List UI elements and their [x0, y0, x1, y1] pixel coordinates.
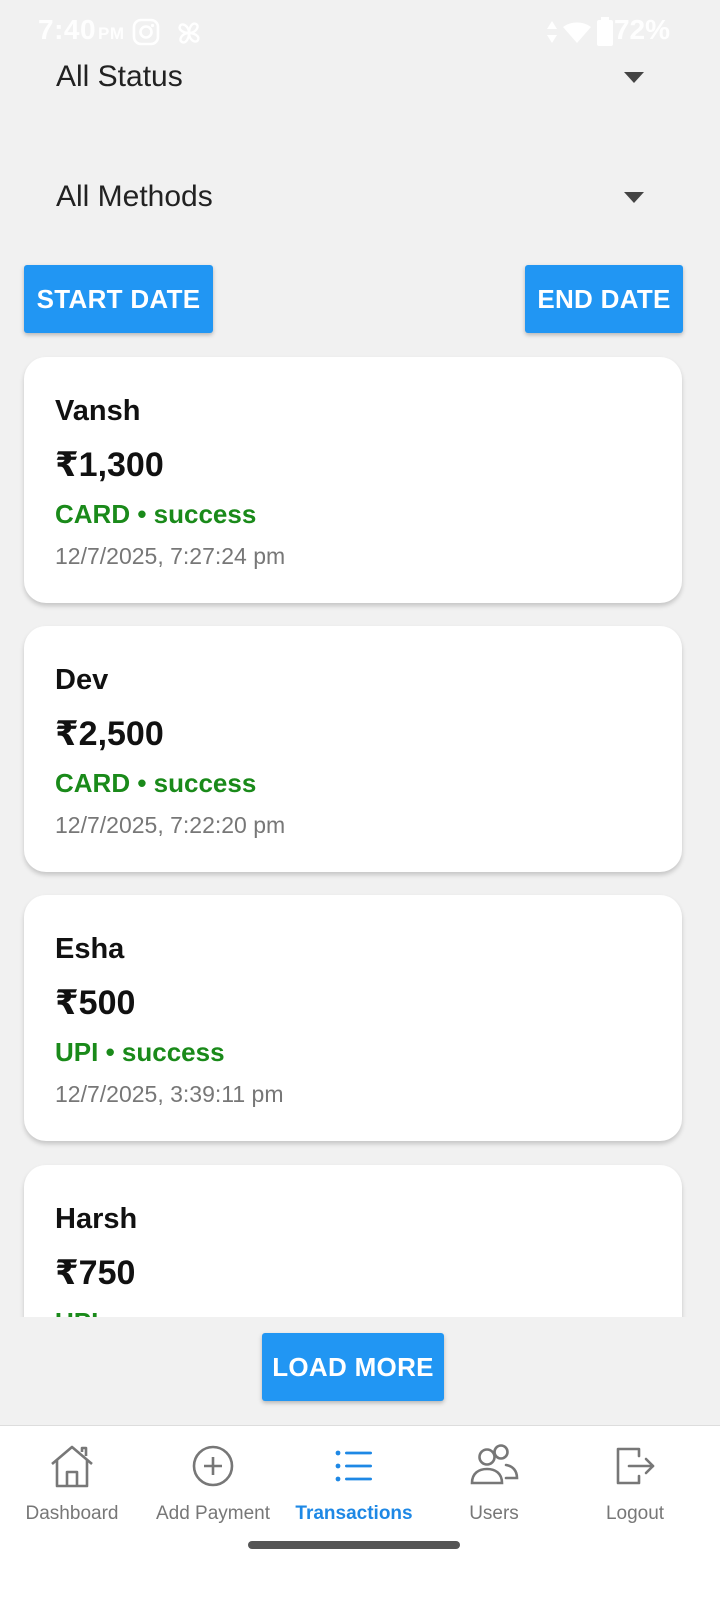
- status-time: 7:40 PM: [38, 14, 125, 46]
- list-icon: [330, 1426, 378, 1495]
- transaction-card[interactable]: Vansh ₹1,300 CARD • success 12/7/2025, 7…: [24, 357, 682, 603]
- battery-icon: [596, 17, 614, 52]
- status-time-ampm: PM: [98, 24, 125, 43]
- nav-label: Add Payment: [155, 1503, 271, 1524]
- transaction-time: 12/7/2025, 3:39:11 pm: [55, 1081, 284, 1107]
- instagram-icon: [132, 18, 160, 51]
- battery-percent: 72%: [613, 14, 670, 45]
- method-status: UPI • success: [55, 1307, 225, 1317]
- nav-label: Dashboard: [25, 1503, 119, 1524]
- home-icon: [48, 1426, 96, 1495]
- transaction-amount: ₹750: [55, 1254, 136, 1292]
- users-icon: [468, 1426, 520, 1495]
- transaction-card[interactable]: Harsh ₹750 UPI • success: [24, 1165, 682, 1317]
- transaction-card[interactable]: Dev ₹2,500 CARD • success 12/7/2025, 7:2…: [24, 626, 682, 872]
- payer-name: Harsh: [55, 1203, 138, 1235]
- data-arrows-icon: [546, 20, 558, 49]
- nav-dashboard[interactable]: Dashboard: [0, 1426, 144, 1546]
- dropdown-arrow-icon: [624, 72, 644, 83]
- status-bar: 7:40 PM 72%: [0, 0, 720, 64]
- payer-name: Dev: [55, 664, 109, 696]
- logout-icon: [611, 1426, 659, 1495]
- transaction-amount: ₹500: [55, 984, 136, 1022]
- nav-label: Users: [469, 1503, 519, 1524]
- payer-name: Esha: [55, 933, 125, 965]
- method-filter-value: All Methods: [56, 180, 213, 213]
- bottom-navigation: Dashboard Add Payment Transactions Users…: [0, 1425, 720, 1600]
- nav-label: Transactions: [295, 1503, 413, 1524]
- method-status: CARD • success: [55, 499, 257, 529]
- nav-transactions[interactable]: Transactions: [282, 1426, 426, 1546]
- end-date-button[interactable]: END DATE: [525, 265, 683, 333]
- load-more-button[interactable]: LOAD MORE: [262, 1333, 444, 1401]
- transaction-amount: ₹1,300: [55, 446, 164, 484]
- nav-label: Logout: [605, 1503, 665, 1524]
- home-indicator[interactable]: [248, 1541, 460, 1549]
- wifi-icon: [563, 22, 591, 49]
- nav-logout[interactable]: Logout: [563, 1426, 707, 1546]
- transaction-time: 12/7/2025, 7:22:20 pm: [55, 812, 286, 838]
- nav-add-payment[interactable]: Add Payment: [141, 1426, 285, 1546]
- start-date-button[interactable]: START DATE: [24, 265, 213, 333]
- nav-users[interactable]: Users: [422, 1426, 566, 1546]
- status-time-value: 7:40: [38, 14, 97, 45]
- plus-circle-icon: [189, 1426, 237, 1495]
- dropdown-arrow-icon: [624, 192, 644, 203]
- transaction-card[interactable]: Esha ₹500 UPI • success 12/7/2025, 3:39:…: [24, 895, 682, 1141]
- method-status: CARD • success: [55, 768, 257, 798]
- pinwheel-icon: [174, 18, 204, 53]
- status-filter-value: All Status: [56, 60, 183, 93]
- transaction-time: 12/7/2025, 7:27:24 pm: [55, 543, 286, 569]
- method-status: UPI • success: [55, 1037, 225, 1067]
- payer-name: Vansh: [55, 395, 141, 427]
- transaction-list[interactable]: Vansh ₹1,300 CARD • success 12/7/2025, 7…: [0, 340, 720, 1317]
- method-filter-dropdown[interactable]: All Methods: [24, 158, 682, 238]
- transaction-amount: ₹2,500: [55, 715, 164, 753]
